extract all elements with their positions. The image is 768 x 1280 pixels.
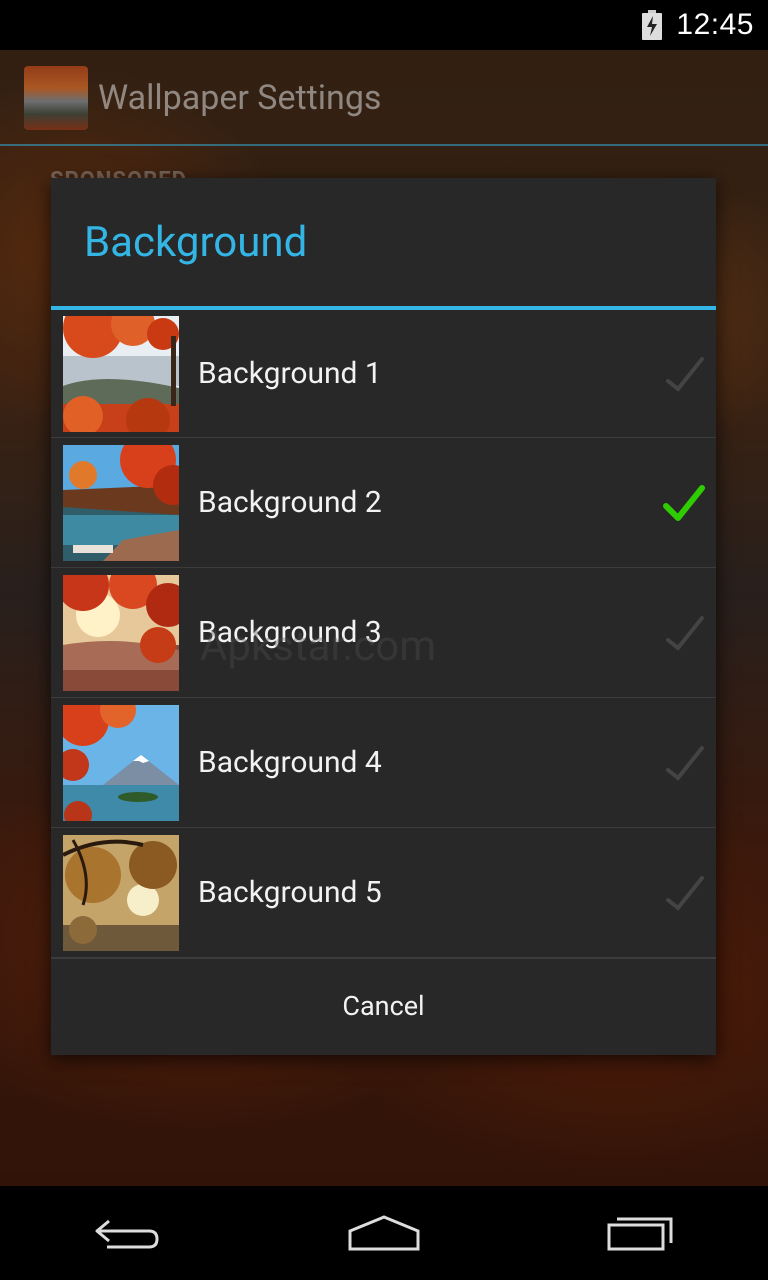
background-1-thumbnail	[63, 315, 179, 432]
list-item-label: Background 1	[198, 356, 382, 391]
list-item-background-1[interactable]: Background 1	[51, 310, 716, 438]
status-bar: 12:45	[0, 0, 768, 50]
dialog-title: Background	[84, 217, 308, 267]
action-bar-divider	[0, 144, 768, 146]
background-3-thumbnail	[63, 574, 179, 691]
list-item-background-2[interactable]: Background 2	[51, 438, 716, 568]
background-5-thumbnail	[63, 834, 179, 951]
background-dialog: Background Background 1 Background 2 Bac…	[51, 178, 716, 1055]
watermark: Apkstar.com	[200, 622, 437, 671]
checkmark-icon	[663, 484, 705, 521]
navigation-bar	[0, 1186, 768, 1280]
list-item-label: Background 4	[198, 745, 382, 780]
recents-icon[interactable]	[600, 1208, 680, 1258]
list-item-label: Background 2	[198, 485, 382, 520]
background-4-thumbnail	[63, 704, 179, 821]
checkmark-icon	[666, 745, 704, 781]
list-item-background-5[interactable]: Background 5	[51, 828, 716, 958]
action-bar: Wallpaper Settings	[0, 50, 768, 146]
cancel-button[interactable]: Cancel	[51, 958, 716, 1053]
battery-charging-icon	[642, 10, 663, 40]
checkmark-icon	[666, 615, 704, 651]
home-icon[interactable]	[344, 1208, 424, 1258]
status-clock: 12:45	[676, 8, 754, 41]
checkmark-icon	[666, 875, 704, 911]
list-item-background-4[interactable]: Background 4	[51, 698, 716, 828]
background-2-thumbnail	[63, 444, 179, 561]
app-icon[interactable]	[24, 66, 88, 130]
back-icon[interactable]	[88, 1208, 168, 1258]
list-item-label: Background 5	[198, 875, 382, 910]
checkmark-icon	[666, 356, 704, 392]
app-title: Wallpaper Settings	[98, 78, 382, 118]
